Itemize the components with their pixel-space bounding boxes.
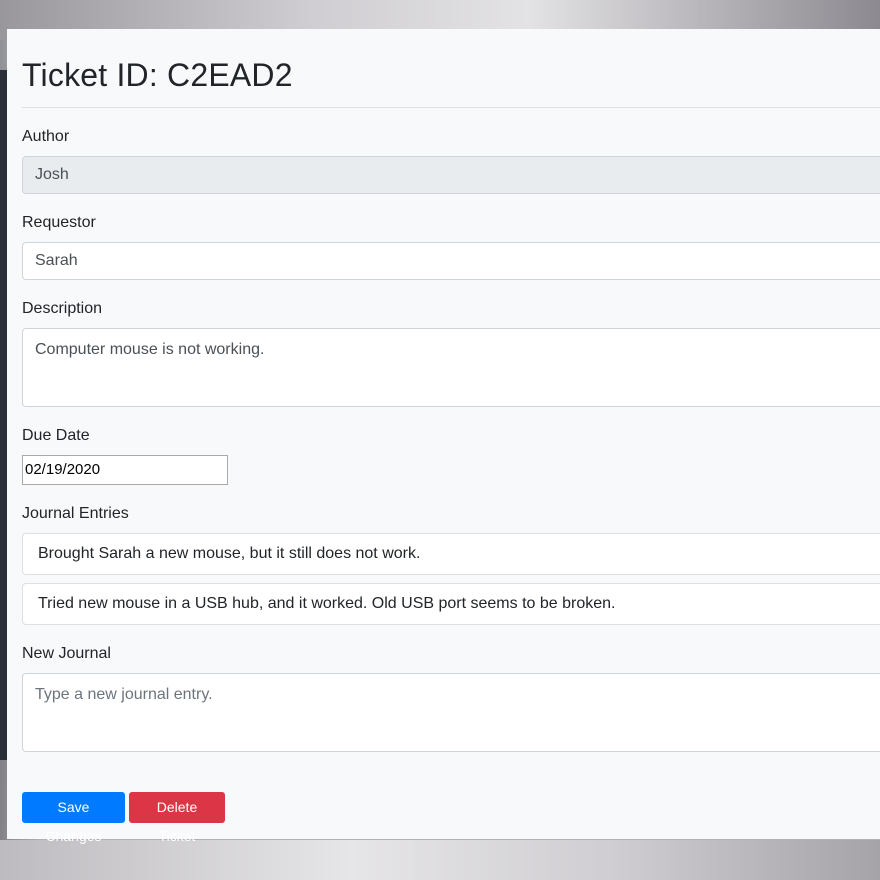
author-label: Author <box>22 128 70 145</box>
journal-entry-item: Brought Sarah a new mouse, but it still … <box>22 533 880 575</box>
journal-entry-item: Tried new mouse in a USB hub, and it wor… <box>22 583 880 625</box>
page-title: Ticket ID: C2EAD2 <box>22 57 293 93</box>
ticket-card: Ticket ID: C2EAD2 Author Josh Requestor … <box>7 29 880 844</box>
requestor-label: Requestor <box>22 214 96 231</box>
author-value: Josh <box>35 166 69 183</box>
requestor-field[interactable]: Sarah <box>22 242 880 280</box>
delete-ticket-button[interactable]: Delete Ticket <box>129 792 225 844</box>
save-changes-button[interactable]: Save Changes <box>22 792 125 844</box>
new-journal-label: New Journal <box>22 645 111 662</box>
description-label: Description <box>22 300 103 317</box>
author-field: Josh <box>22 156 880 194</box>
title-divider <box>22 107 880 108</box>
due-date-input[interactable]: 02/19/2020 <box>22 455 228 485</box>
journal-entries-label: Journal Entries <box>22 505 129 522</box>
description-field[interactable]: Computer mouse is not working. <box>22 328 880 407</box>
due-date-label: Due Date <box>22 427 90 444</box>
background-bottom <box>0 840 880 880</box>
new-journal-field[interactable] <box>22 673 880 752</box>
requestor-value: Sarah <box>35 252 78 269</box>
